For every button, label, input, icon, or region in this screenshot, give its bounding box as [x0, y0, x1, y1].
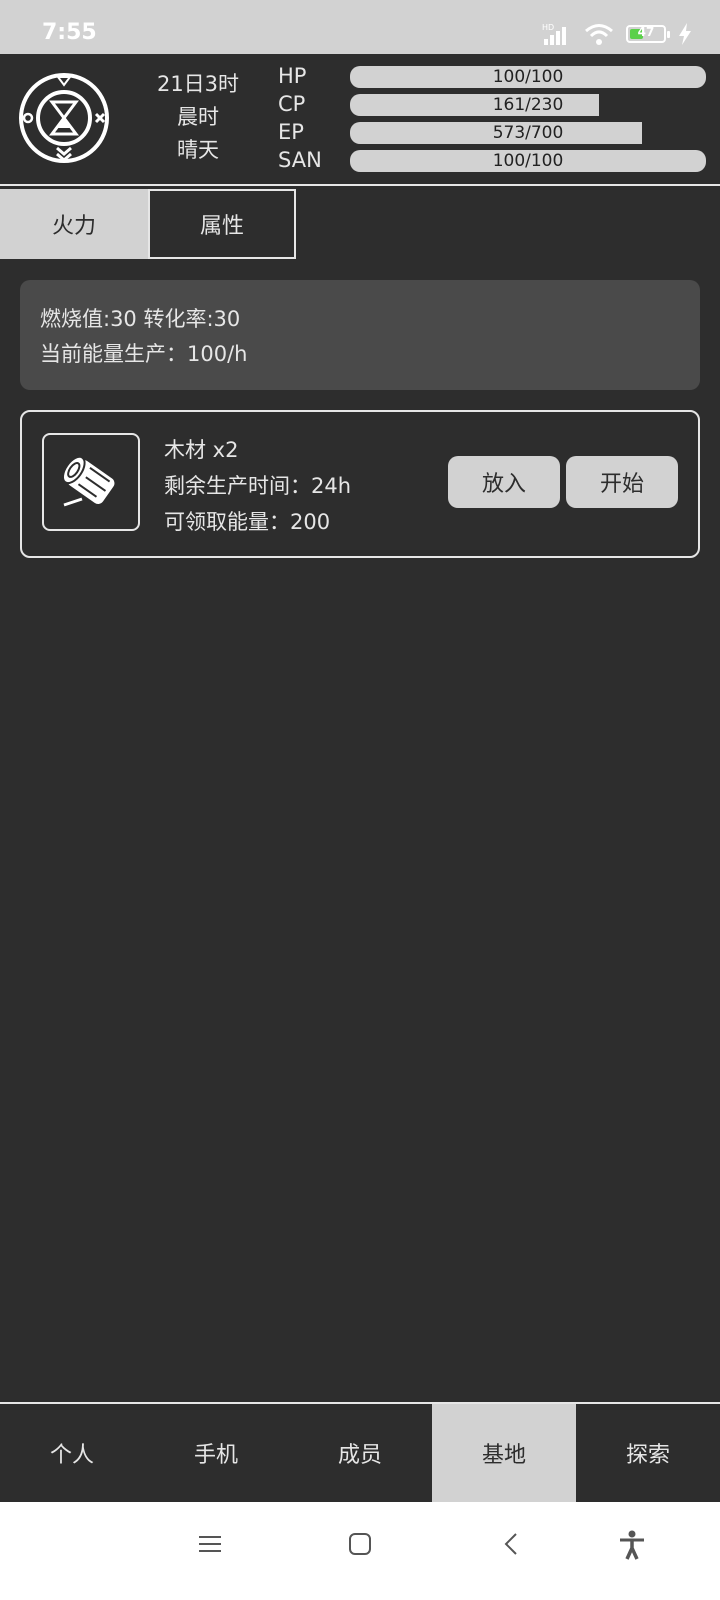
stat-bar: 100/100 [350, 66, 706, 88]
accessibility-icon[interactable] [618, 1530, 646, 1560]
stat-row-ep: EP 573/700 [278, 118, 708, 146]
game-datetime: 21日3时 晨时 晴天 [138, 68, 258, 167]
menu-icon[interactable] [198, 1532, 222, 1556]
status-header: 21日3时 晨时 晴天 HP 100/100 CP 161/230 EP 573/700 S… [0, 54, 720, 186]
wood-log-icon [61, 455, 115, 507]
sub-tabs: 火力 属性 [0, 189, 296, 259]
signal-badge-text: HD [542, 23, 554, 32]
nav-phone[interactable]: 手机 [144, 1404, 288, 1502]
item-claimable-energy: 可领取能量：200 [164, 510, 331, 534]
back-icon[interactable] [500, 1532, 524, 1556]
stat-label: HP [278, 64, 307, 88]
start-button[interactable]: 开始 [566, 456, 678, 508]
fuel-item-card: 木材 x2 剩余生产时间：24h 可领取能量：200 放入 开始 [20, 410, 700, 558]
system-nav-bar [0, 1502, 720, 1600]
charging-icon [679, 23, 691, 45]
item-name: 木材 x2 [164, 438, 239, 462]
stat-label: CP [278, 92, 306, 116]
energy-info-card: 燃烧值:30 转化率:30 当前能量生产：100/h [20, 280, 700, 390]
stat-row-san: SAN 100/100 [278, 146, 708, 174]
nav-members[interactable]: 成员 [288, 1404, 432, 1502]
stats-panel: HP 100/100 CP 161/230 EP 573/700 SAN 100/100 [278, 62, 708, 174]
nav-personal[interactable]: 个人 [0, 1404, 144, 1502]
home-icon[interactable] [348, 1532, 372, 1556]
stat-label: SAN [278, 148, 322, 172]
item-remaining-time: 剩余生产时间：24h [164, 474, 352, 498]
energy-production-text: 当前能量生产：100/h [40, 342, 248, 366]
stat-value-text: 100/100 [492, 67, 564, 87]
status-icons: HD 47 [542, 22, 692, 46]
tab-attributes[interactable]: 属性 [148, 189, 296, 259]
burn-conversion-text: 燃烧值:30 转化率:30 [40, 307, 241, 331]
stat-value-text: 573/700 [492, 123, 564, 143]
stat-value-text: 161/230 [492, 95, 564, 115]
nav-base[interactable]: 基地 [432, 1404, 576, 1502]
stat-label: EP [278, 120, 304, 144]
item-slot[interactable] [42, 433, 140, 531]
game-period: 晨时 [177, 105, 219, 129]
stat-row-hp: HP 100/100 [278, 62, 708, 90]
status-time: 7:55 [42, 20, 97, 45]
stat-bar: 161/230 [350, 94, 706, 116]
stat-bar: 573/700 [350, 122, 706, 144]
signal-icon: HD [542, 23, 566, 45]
battery-icon: 47 [626, 25, 670, 43]
game-weather: 晴天 [177, 138, 219, 162]
game-date: 21日3时 [156, 72, 240, 96]
wifi-icon [585, 24, 613, 45]
put-in-button[interactable]: 放入 [448, 456, 560, 508]
battery-percent: 47 [637, 25, 655, 39]
nav-explore[interactable]: 探索 [576, 1404, 720, 1502]
stat-value-text: 100/100 [492, 151, 564, 171]
item-details: 木材 x2 剩余生产时间：24h 可领取能量：200 [164, 432, 351, 540]
hourglass-emblem-icon[interactable] [18, 72, 110, 164]
stat-row-cp: CP 161/230 [278, 90, 708, 118]
stat-bar: 100/100 [350, 150, 706, 172]
tab-firepower[interactable]: 火力 [0, 189, 148, 259]
bottom-nav: 个人 手机 成员 基地 探索 [0, 1402, 720, 1502]
status-bar: 7:55 HD 47 [0, 0, 720, 54]
